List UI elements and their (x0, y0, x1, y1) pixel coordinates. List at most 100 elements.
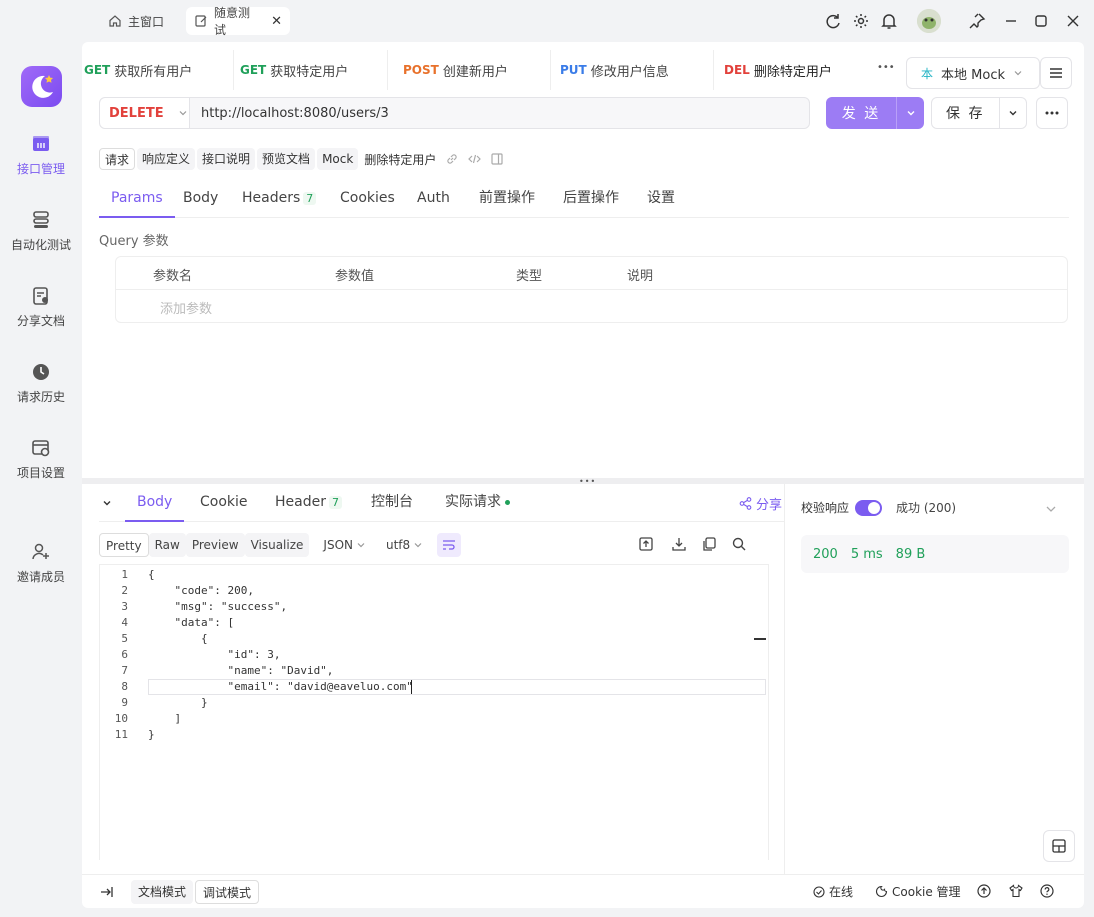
layout-button[interactable] (1043, 830, 1075, 862)
tab-response-header[interactable]: Header 7 (275, 484, 342, 522)
sidebar-item-label: 接口管理 (16, 162, 65, 176)
format-visualize[interactable]: Visualize (244, 533, 310, 557)
response-time: 5 ms (850, 546, 883, 562)
api-tab-label: 获取特定用户 (270, 64, 349, 80)
line-number: 4 (121, 616, 128, 629)
maximize-icon[interactable] (1031, 11, 1051, 31)
tab-response-body[interactable]: Body (125, 484, 185, 522)
query-params-label: Query 参数 (99, 234, 169, 249)
subtab-request[interactable]: 请求 (99, 148, 136, 170)
search-icon[interactable] (730, 535, 748, 553)
tab-cookies[interactable]: Cookies (340, 182, 395, 218)
method-badge: PUT (560, 63, 587, 77)
format-preview[interactable]: Preview (185, 533, 245, 557)
upload-arrow-icon[interactable] (977, 884, 991, 898)
save-options-chevron-icon[interactable] (998, 98, 1026, 128)
format-label: JSON (323, 538, 353, 552)
tab-body[interactable]: Body (183, 182, 218, 218)
tab-console[interactable]: 控制台 (371, 484, 413, 522)
refresh-icon[interactable] (823, 11, 843, 31)
online-status[interactable]: 在线 (813, 883, 853, 900)
save-button[interactable]: 保 存 (931, 97, 1027, 129)
tab-params[interactable]: Params (99, 182, 175, 218)
window-tab-test[interactable]: 随意测试 ✕ (186, 6, 290, 37)
method-select[interactable]: DELETE (100, 98, 190, 128)
env-badge-icon: 本 (921, 66, 934, 81)
api-tab-label: 获取所有用户 (114, 64, 193, 80)
avatar[interactable] (917, 9, 941, 33)
headers-count-badge: 7 (303, 192, 317, 205)
url-input[interactable]: http://localhost:8080/users/3 (190, 106, 389, 121)
param-tabs: Params Body Headers 7 Cookies Auth 前置操作 后… (99, 182, 1069, 218)
add-param-input[interactable]: 添加参数 (160, 298, 212, 317)
api-tab-update-user[interactable]: PUT 修改用户信息 (550, 50, 714, 90)
more-actions-button[interactable] (1036, 97, 1068, 129)
subtab-preview-doc[interactable]: 预览文档 (257, 148, 316, 170)
link-icon[interactable] (446, 153, 458, 165)
more-tabs-icon[interactable]: ••• (877, 62, 895, 73)
subtab-api-desc[interactable]: 接口说明 (197, 148, 256, 170)
api-tab-delete-user[interactable]: DEL 删除特定用户 (714, 50, 866, 90)
subtab-mock[interactable]: Mock (317, 148, 359, 170)
chevron-down-icon[interactable] (1045, 503, 1057, 515)
theme-shirt-icon[interactable] (1009, 884, 1023, 898)
debug-mode-tab[interactable]: 调试模式 (195, 880, 260, 904)
api-tab-create-user[interactable]: POST 创建新用户 (393, 50, 551, 90)
sidebar-item-automation-test[interactable]: 自动化测试 (0, 210, 82, 253)
code-icon[interactable] (468, 153, 482, 165)
code-viewer[interactable]: 1 2 3 4 5 6 7 8 9 10 11 { "code": 200, "… (99, 564, 769, 860)
subtab-response-def[interactable]: 响应定义 (137, 148, 196, 170)
bell-icon[interactable] (879, 11, 899, 31)
format-select[interactable]: JSON (323, 538, 366, 552)
environment-select[interactable]: 本 本地 Mock (906, 57, 1040, 89)
sidebar-item-label: 自动化测试 (10, 238, 71, 252)
wrap-lines-icon[interactable] (437, 533, 462, 557)
doc-mode-tab[interactable]: 文档模式 (131, 880, 194, 904)
sidebar-item-request-history[interactable]: 请求历史 (0, 362, 82, 405)
pin-icon[interactable] (967, 11, 987, 31)
close-tab-icon[interactable]: ✕ (271, 14, 282, 29)
scroll-marker (754, 638, 766, 640)
encoding-select[interactable]: utf8 (386, 538, 423, 552)
format-pretty[interactable]: Pretty (99, 533, 149, 557)
tab-response-cookie[interactable]: Cookie (200, 484, 248, 522)
menu-button[interactable] (1040, 57, 1072, 89)
tab-settings[interactable]: 设置 (647, 182, 675, 218)
sidebar-item-invite-members[interactable]: 邀请成员 (0, 542, 82, 585)
sidebar-item-api-management[interactable]: 接口管理 (0, 134, 82, 177)
download-icon[interactable] (670, 535, 688, 553)
sidebar-item-project-settings[interactable]: 项目设置 (0, 438, 82, 481)
tab-label: 实际请求 (445, 494, 501, 510)
api-tab-get-all-users[interactable]: GET 获取所有用户 (82, 50, 234, 90)
send-button[interactable]: 发 送 (826, 97, 924, 129)
tab-label: Header (275, 494, 326, 510)
format-raw[interactable]: Raw (148, 533, 186, 557)
app-logo (21, 66, 62, 107)
send-options-chevron-icon[interactable] (896, 97, 924, 129)
help-icon[interactable] (1040, 884, 1054, 898)
code-line: { (148, 632, 208, 645)
minimize-icon[interactable] (1001, 11, 1021, 31)
api-tab-get-user[interactable]: GET 获取特定用户 (230, 50, 388, 90)
tab-post-ops[interactable]: 后置操作 (563, 182, 619, 218)
tab-actual-request[interactable]: 实际请求 (445, 484, 510, 522)
tab-headers[interactable]: Headers 7 (242, 182, 317, 218)
copy-icon[interactable] (700, 535, 718, 553)
sidebar-item-share-docs[interactable]: 分享文档 (0, 286, 82, 329)
tab-pre-ops[interactable]: 前置操作 (479, 182, 535, 218)
sidebar-item-label: 邀请成员 (16, 570, 65, 584)
tab-auth[interactable]: Auth (417, 182, 450, 218)
share-button[interactable]: 分享 (739, 494, 782, 513)
status-footer: 文档模式 调试模式 在线 Cookie 管理 (82, 874, 1084, 908)
settings-gear-icon[interactable] (851, 11, 871, 31)
split-view-icon[interactable] (491, 153, 503, 165)
api-name[interactable]: 删除特定用户 (364, 151, 436, 168)
close-window-icon[interactable] (1063, 11, 1083, 31)
api-tab-label: 删除特定用户 (753, 64, 832, 80)
cookie-manager[interactable]: Cookie 管理 (875, 883, 961, 900)
code-line: "code": 200, (148, 584, 254, 597)
validate-toggle[interactable] (855, 499, 883, 516)
exit-icon[interactable] (100, 885, 114, 899)
window-tab-home[interactable]: 主窗口 (100, 7, 172, 35)
upload-icon[interactable] (637, 535, 655, 553)
